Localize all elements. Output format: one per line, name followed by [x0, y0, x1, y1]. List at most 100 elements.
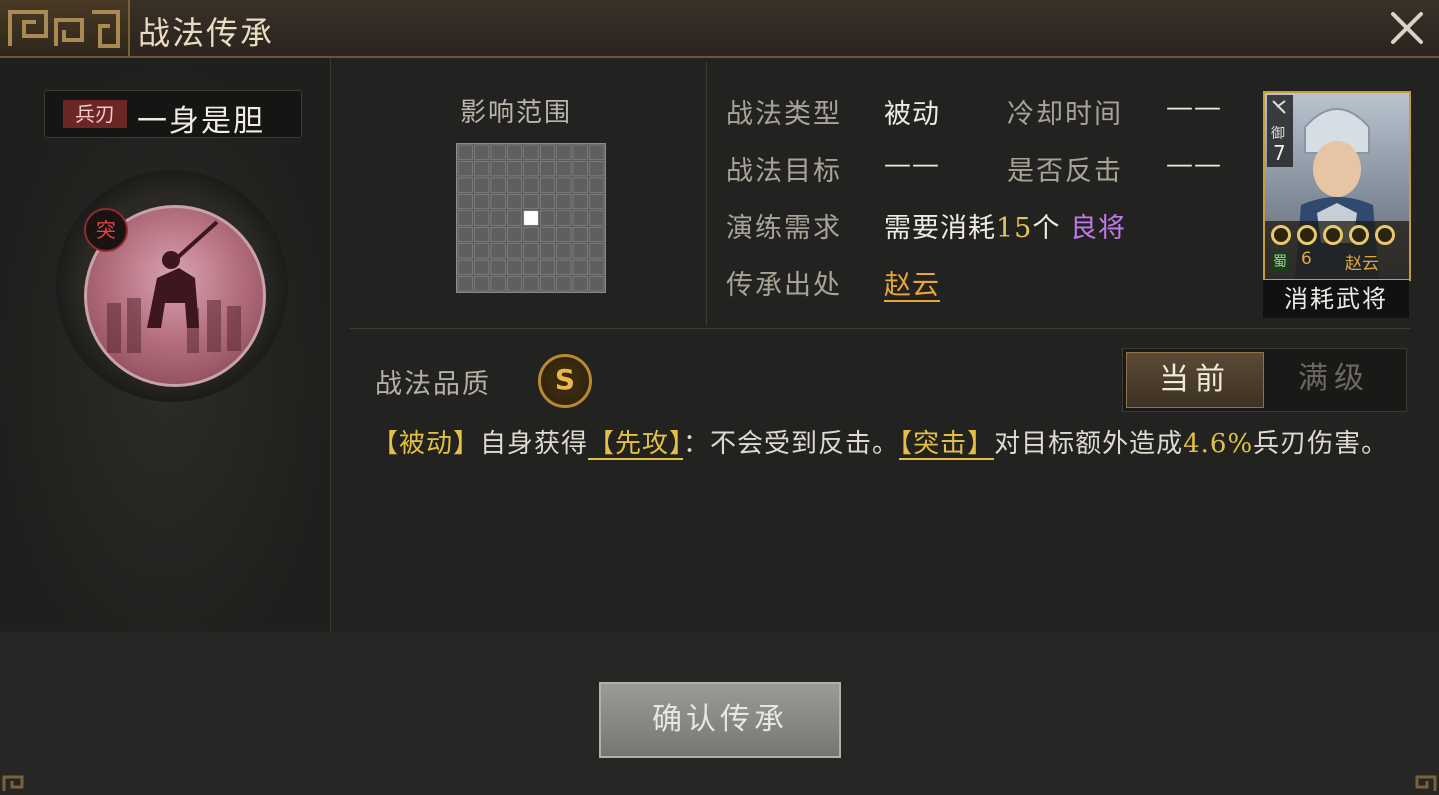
star-icon — [1375, 225, 1395, 245]
hero-card[interactable]: 御 7 蜀 6 赵云 — [1263, 91, 1411, 281]
range-cell — [474, 276, 490, 292]
counter-value: —— — [1166, 149, 1222, 180]
range-cell — [556, 144, 572, 160]
range-cell — [457, 194, 473, 210]
hero-name: 赵云 — [1345, 254, 1379, 274]
range-cell — [589, 276, 605, 292]
range-cell — [490, 194, 506, 210]
range-cell — [490, 210, 506, 226]
range-cell — [523, 194, 539, 210]
range-cell — [457, 144, 473, 160]
range-cell — [539, 144, 555, 160]
skill-type-label: 战法类型 — [726, 99, 842, 130]
range-cell — [507, 144, 523, 160]
cooldown-value: —— — [1166, 92, 1222, 123]
counter-label: 是否反击 — [1007, 156, 1123, 187]
range-cell — [572, 259, 588, 275]
requirement-unit: 个 — [1032, 213, 1061, 244]
requirement-value: 需要消耗15个 良将 — [884, 206, 1126, 245]
hero-faction: 蜀 — [1271, 251, 1289, 271]
range-cell — [572, 243, 588, 259]
range-cell — [572, 161, 588, 177]
range-cell — [474, 226, 490, 242]
hero-level: 6 — [1301, 249, 1312, 269]
range-cell — [457, 161, 473, 177]
tab-max-level[interactable]: 满级 — [1265, 352, 1403, 406]
range-cell — [589, 226, 605, 242]
source-label: 传承出处 — [726, 270, 842, 301]
range-cell — [507, 259, 523, 275]
assault-badge: 突 — [84, 208, 128, 252]
kw-first-strike[interactable]: 【先攻】 — [588, 429, 683, 459]
source-hero-link[interactable]: 赵云 — [884, 270, 940, 301]
requirement-prefix: 需要消耗 — [884, 213, 996, 244]
range-cell — [572, 226, 588, 242]
kw-assault[interactable]: 【突击】 — [899, 429, 994, 459]
range-cell — [523, 259, 539, 275]
desc-part4: 兵刃伤害。 — [1253, 429, 1389, 459]
range-cell — [490, 177, 506, 193]
range-cell — [490, 276, 506, 292]
range-cell — [523, 177, 539, 193]
range-cell — [556, 194, 572, 210]
range-cell — [589, 161, 605, 177]
range-cell — [589, 177, 605, 193]
range-cell — [474, 210, 490, 226]
star-icon — [1297, 225, 1317, 245]
skill-description: 【被动】自身获得【先攻】：不会受到反击。【突击】对目标额外造成4.6%兵刃伤害。 — [372, 422, 1402, 466]
target-value: —— — [884, 149, 940, 180]
requirement-label: 演练需求 — [726, 213, 842, 244]
confirm-inherit-button[interactable]: 确认传承 — [599, 682, 841, 758]
cooldown-label: 冷却时间 — [1007, 99, 1123, 130]
range-cell — [572, 194, 588, 210]
divider-vertical — [706, 62, 707, 326]
range-cell — [490, 144, 506, 160]
range-cell — [539, 276, 555, 292]
range-cell — [474, 161, 490, 177]
range-cell — [457, 226, 473, 242]
range-cell — [572, 210, 588, 226]
range-cell — [474, 144, 490, 160]
range-cell — [556, 243, 572, 259]
range-cell — [490, 226, 506, 242]
range-title: 影响范围 — [460, 98, 573, 128]
range-cell — [474, 243, 490, 259]
range-cell — [523, 276, 539, 292]
range-cell — [490, 259, 506, 275]
close-button[interactable] — [1387, 8, 1427, 48]
skill-name-box: 兵刃 一身是胆 — [44, 90, 302, 139]
range-cell — [589, 194, 605, 210]
range-cell — [589, 210, 605, 226]
desc-part2: ：不会受到反击。 — [683, 429, 900, 459]
range-cell — [457, 276, 473, 292]
range-cell — [457, 259, 473, 275]
range-cell — [474, 177, 490, 193]
range-cell — [507, 226, 523, 242]
desc-pct: 4.6% — [1183, 429, 1254, 459]
star-icon — [1271, 225, 1291, 245]
range-grid-svg — [457, 144, 605, 292]
title-bar: 战法传承 — [0, 0, 1439, 58]
range-cell — [490, 161, 506, 177]
title-ornament — [0, 0, 130, 56]
range-cell — [523, 226, 539, 242]
range-cell — [457, 177, 473, 193]
divider-horizontal — [350, 328, 1410, 329]
tab-current[interactable]: 当前 — [1126, 352, 1264, 408]
range-cell — [523, 144, 539, 160]
kw-passive: 【被动】 — [372, 429, 481, 459]
range-cell — [539, 259, 555, 275]
star-icon — [1349, 225, 1369, 245]
range-cell — [523, 161, 539, 177]
range-cell — [474, 259, 490, 275]
range-cell — [474, 194, 490, 210]
corner-ornament-right — [1415, 775, 1437, 791]
quality-grade-badge: S — [538, 354, 592, 408]
range-cell — [539, 194, 555, 210]
range-cell — [539, 210, 555, 226]
range-cell — [539, 243, 555, 259]
target-label: 战法目标 — [726, 156, 842, 187]
close-icon — [1391, 12, 1423, 44]
range-cell — [572, 144, 588, 160]
range-cell — [556, 226, 572, 242]
